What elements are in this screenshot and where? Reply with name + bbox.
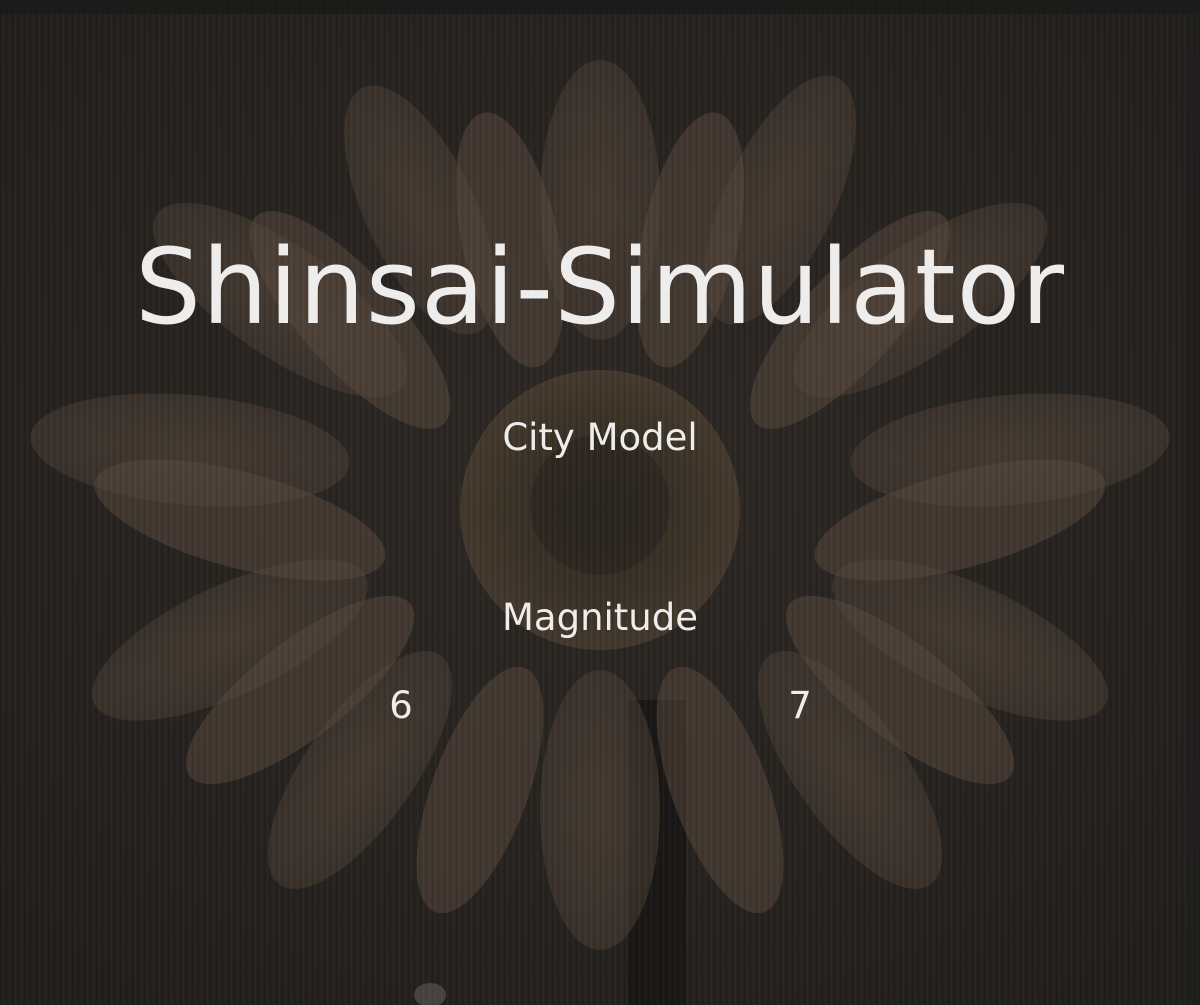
page: Shinsai-Simulator City Model Magnitude 6…	[0, 0, 1200, 1005]
city-model-link[interactable]: City Model	[0, 414, 1200, 462]
app-title: Shinsai-Simulator	[135, 226, 1065, 348]
magnitude-option-6[interactable]: 6	[371, 682, 431, 730]
magnitude-label: Magnitude	[501, 596, 699, 639]
main-content: Shinsai-Simulator City Model Magnitude 6…	[0, 0, 1200, 1005]
magnitude-option-7[interactable]: 7	[770, 682, 830, 730]
